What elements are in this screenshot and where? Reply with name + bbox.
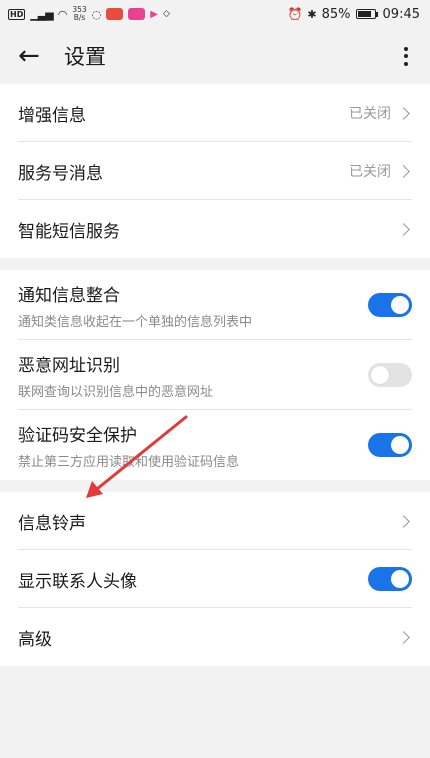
- status-bar: HD ▁▃▅ ◠ 353 B/s ◌ ▶ ◇ ⏰ ✱ 85% 09:45: [0, 0, 430, 28]
- chevron-right-icon: [397, 164, 410, 178]
- settings-row-description: 通知类信息收起在一个单独的信息列表中: [18, 314, 253, 330]
- settings-row-text: 服务号消息: [18, 159, 349, 184]
- chevron-right-icon: [397, 630, 410, 644]
- settings-row-label: 高级: [18, 629, 52, 650]
- settings-row[interactable]: 增强信息 已关闭: [0, 84, 430, 142]
- app-notification-icon: [128, 8, 146, 20]
- toggle-knob: [391, 296, 409, 314]
- settings-row-label: 信息铃声: [18, 513, 86, 534]
- hd-icon: HD: [8, 8, 26, 20]
- bluetooth-icon: ✱: [307, 7, 317, 21]
- signal-icon: ▁▃▅: [30, 7, 53, 21]
- settings-row[interactable]: 验证码安全保护禁止第三方应用读取和使用验证码信息: [0, 410, 430, 480]
- battery-percent: 85%: [321, 6, 351, 22]
- settings-row-label: 恶意网址识别: [18, 355, 120, 376]
- page-title: 设置: [64, 45, 106, 69]
- settings-row-text: 显示联系人头像: [18, 567, 368, 592]
- toggle-switch[interactable]: [368, 567, 412, 591]
- settings-row-label: 智能短信服务: [18, 221, 120, 242]
- group-divider: [0, 480, 430, 492]
- settings-row-label: 显示联系人头像: [18, 571, 137, 592]
- wifi-icon: ◠: [57, 7, 68, 21]
- battery-icon: [355, 9, 378, 19]
- settings-row[interactable]: 高级: [0, 608, 430, 666]
- settings-row-text: 智能短信服务: [18, 217, 399, 242]
- settings-row-text: 信息铃声: [18, 509, 399, 534]
- settings-row[interactable]: 显示联系人头像: [0, 550, 430, 608]
- app-notification-icon: [106, 8, 124, 20]
- app-notification-icon: ◇: [162, 9, 170, 19]
- more-options-icon[interactable]: [396, 46, 416, 66]
- settings-row-text: 高级: [18, 625, 399, 650]
- back-arrow-icon[interactable]: ←: [18, 43, 50, 69]
- toggle-switch[interactable]: [368, 363, 412, 387]
- settings-row-text: 通知信息整合通知类信息收起在一个单独的信息列表中: [18, 281, 368, 330]
- clock: 09:45: [382, 6, 420, 22]
- settings-row-value: 已关闭: [349, 164, 391, 180]
- settings-row[interactable]: 信息铃声: [0, 492, 430, 550]
- network-speed: 353 B/s: [72, 5, 87, 22]
- settings-list: 增强信息 已关闭 服务号消息 已关闭 智能短信服务 通知信息整合 通知类信息收起在一个单独的…: [0, 84, 430, 666]
- settings-row-label: 验证码安全保护: [18, 425, 137, 446]
- chevron-right-icon: [397, 514, 410, 528]
- toggle-switch[interactable]: [368, 293, 412, 317]
- settings-row[interactable]: 通知信息整合通知类信息收起在一个单独的信息列表中: [0, 270, 430, 340]
- settings-group: 通知信息整合通知类信息收起在一个单独的信息列表中恶意网址识别联网查询以识别信息中…: [0, 270, 430, 480]
- settings-group: 增强信息 已关闭 服务号消息 已关闭 智能短信服务: [0, 84, 430, 258]
- settings-row-label: 通知信息整合: [18, 285, 120, 306]
- toggle-knob: [391, 570, 409, 588]
- play-icon: ▶: [150, 8, 158, 20]
- toggle-knob: [371, 366, 389, 384]
- toolbar: ← 设置: [0, 28, 430, 84]
- settings-row-description: 禁止第三方应用读取和使用验证码信息: [18, 454, 240, 470]
- group-divider: [0, 258, 430, 270]
- settings-row-text: 恶意网址识别联网查询以识别信息中的恶意网址: [18, 351, 368, 400]
- notification-icon: ◌: [91, 7, 102, 21]
- settings-row-value: 已关闭: [349, 106, 391, 122]
- chevron-right-icon: [397, 106, 410, 120]
- alarm-icon: ⏰: [287, 7, 303, 21]
- toggle-knob: [391, 436, 409, 454]
- settings-group: 信息铃声显示联系人头像 高级: [0, 492, 430, 666]
- settings-row-text: 增强信息: [18, 101, 349, 126]
- settings-row-description: 联网查询以识别信息中的恶意网址: [18, 384, 214, 400]
- settings-row[interactable]: 智能短信服务: [0, 200, 430, 258]
- settings-row-label: 增强信息: [18, 105, 86, 126]
- chevron-right-icon: [397, 222, 410, 236]
- settings-row[interactable]: 恶意网址识别联网查询以识别信息中的恶意网址: [0, 340, 430, 410]
- settings-row[interactable]: 服务号消息 已关闭: [0, 142, 430, 200]
- settings-row-text: 验证码安全保护禁止第三方应用读取和使用验证码信息: [18, 421, 368, 470]
- settings-row-label: 服务号消息: [18, 163, 103, 184]
- toggle-switch[interactable]: [368, 433, 412, 457]
